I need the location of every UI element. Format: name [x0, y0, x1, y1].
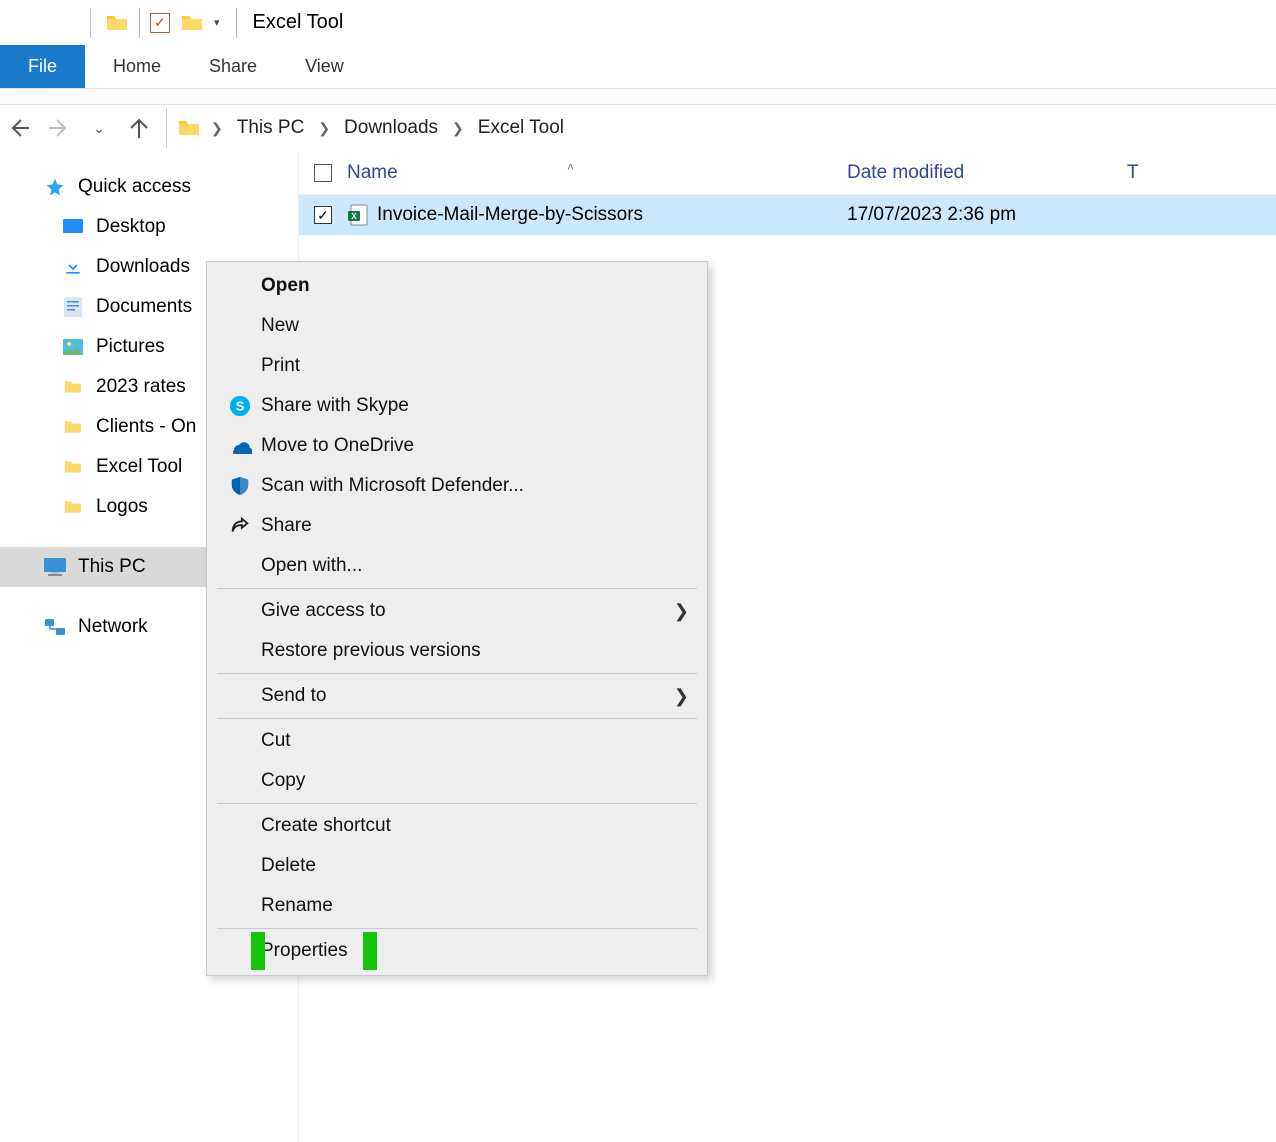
- tab-file[interactable]: File: [0, 45, 85, 88]
- folder-icon[interactable]: [180, 13, 204, 33]
- chevron-right-icon[interactable]: ❯: [316, 120, 332, 137]
- folder-icon[interactable]: [105, 13, 129, 33]
- menu-separator: [217, 928, 697, 929]
- ctx-properties[interactable]: Properties: [207, 931, 707, 971]
- svg-text:S: S: [236, 399, 245, 414]
- tab-home[interactable]: Home: [93, 45, 181, 88]
- folder-icon: [62, 458, 84, 476]
- download-icon: [62, 258, 84, 276]
- svg-text:X: X: [351, 212, 357, 221]
- ctx-share[interactable]: Share: [207, 506, 707, 546]
- ctx-open-with[interactable]: Open with...: [207, 546, 707, 586]
- select-all-checkbox[interactable]: [299, 164, 347, 182]
- star-icon: [44, 178, 66, 196]
- ctx-scan-defender[interactable]: Scan with Microsoft Defender...: [207, 466, 707, 506]
- sidebar-item-label: Pictures: [96, 336, 165, 358]
- ctx-delete[interactable]: Delete: [207, 846, 707, 886]
- row-checkbox[interactable]: ✓: [299, 206, 347, 224]
- sidebar-item-label: Desktop: [96, 216, 166, 238]
- sidebar-item-label: Quick access: [78, 176, 191, 198]
- ribbon-tabs: File Home Share View: [0, 45, 1276, 89]
- window-title: Excel Tool: [253, 11, 344, 34]
- nav-up-icon[interactable]: [126, 115, 152, 141]
- column-name[interactable]: Name ˄: [347, 162, 847, 184]
- properties-icon[interactable]: ✓: [150, 13, 170, 33]
- ctx-cut[interactable]: Cut: [207, 721, 707, 761]
- documents-icon: [62, 298, 84, 316]
- nav-forward-icon: [46, 115, 72, 141]
- network-icon: [44, 618, 66, 636]
- divider: [139, 8, 140, 38]
- share-icon: [225, 515, 255, 537]
- context-menu: Open New Print S Share with Skype Move t…: [206, 261, 708, 976]
- tab-view[interactable]: View: [285, 45, 364, 88]
- ctx-give-access[interactable]: Give access to ❯: [207, 591, 707, 631]
- menu-separator: [217, 673, 697, 674]
- ctx-restore-prev[interactable]: Restore previous versions: [207, 631, 707, 671]
- breadcrumb[interactable]: ❯ This PC ❯ Downloads ❯ Excel Tool: [166, 108, 1270, 148]
- folder-icon: [62, 418, 84, 436]
- onedrive-icon: [225, 438, 255, 454]
- menu-separator: [217, 718, 697, 719]
- sidebar-item-desktop[interactable]: Desktop: [0, 207, 298, 247]
- sidebar-item-label: Downloads: [96, 256, 190, 278]
- folder-icon: [62, 498, 84, 516]
- folder-icon: [177, 118, 201, 138]
- file-name: Invoice-Mail-Merge-by-Scissors: [377, 204, 643, 226]
- highlight-marker: [251, 932, 265, 970]
- sidebar-quick-access[interactable]: Quick access: [0, 167, 298, 207]
- chevron-right-icon: ❯: [674, 686, 689, 707]
- list-header: Name ˄ Date modified T: [299, 151, 1276, 195]
- dropdown-caret-icon[interactable]: ▾: [214, 16, 220, 29]
- crumb-excel-tool[interactable]: Excel Tool: [474, 117, 568, 139]
- excel-file-icon: X: [347, 204, 369, 226]
- nav-back-icon[interactable]: [6, 115, 32, 141]
- ctx-copy[interactable]: Copy: [207, 761, 707, 801]
- column-name-label: Name: [347, 162, 398, 184]
- pictures-icon: [62, 338, 84, 356]
- this-pc-icon: [44, 558, 66, 576]
- column-type[interactable]: T: [1127, 162, 1167, 184]
- sidebar-item-label: Excel Tool: [96, 456, 182, 478]
- sidebar-item-label: This PC: [78, 556, 146, 578]
- ctx-share-skype[interactable]: S Share with Skype: [207, 386, 707, 426]
- sidebar-item-label: Network: [78, 616, 148, 638]
- ribbon-strip: [0, 89, 1276, 105]
- sidebar-item-label: Clients - On: [96, 416, 196, 438]
- ctx-new[interactable]: New: [207, 306, 707, 346]
- address-bar: ⌄ ❯ This PC ❯ Downloads ❯ Excel Tool: [0, 105, 1276, 151]
- chevron-right-icon: ❯: [674, 601, 689, 622]
- sidebar-item-label: 2023 rates: [96, 376, 186, 398]
- skype-icon: S: [225, 395, 255, 417]
- title-bar: ✓ ▾ Excel Tool: [0, 0, 1276, 45]
- sort-caret-icon: ˄: [567, 160, 574, 174]
- chevron-right-icon[interactable]: ❯: [450, 120, 466, 137]
- defender-icon: [225, 475, 255, 497]
- divider: [236, 8, 237, 38]
- ctx-create-shortcut[interactable]: Create shortcut: [207, 806, 707, 846]
- column-date[interactable]: Date modified: [847, 162, 1127, 184]
- ctx-open[interactable]: Open: [207, 266, 707, 306]
- file-date: 17/07/2023 2:36 pm: [847, 204, 1127, 226]
- sidebar-item-label: Documents: [96, 296, 192, 318]
- ctx-move-onedrive[interactable]: Move to OneDrive: [207, 426, 707, 466]
- ctx-rename[interactable]: Rename: [207, 886, 707, 926]
- folder-icon: [62, 378, 84, 396]
- highlight-marker: [363, 932, 377, 970]
- crumb-downloads[interactable]: Downloads: [340, 117, 442, 139]
- menu-separator: [217, 803, 697, 804]
- ctx-print[interactable]: Print: [207, 346, 707, 386]
- crumb-this-pc[interactable]: This PC: [233, 117, 309, 139]
- menu-separator: [217, 588, 697, 589]
- recent-dropdown-icon[interactable]: ⌄: [86, 115, 112, 141]
- sidebar-item-label: Logos: [96, 496, 148, 518]
- desktop-icon: [62, 218, 84, 236]
- chevron-right-icon[interactable]: ❯: [209, 120, 225, 137]
- file-row[interactable]: ✓ X Invoice-Mail-Merge-by-Scissors 17/07…: [299, 195, 1276, 235]
- tab-share[interactable]: Share: [189, 45, 277, 88]
- divider: [90, 8, 91, 38]
- ctx-send-to[interactable]: Send to ❯: [207, 676, 707, 716]
